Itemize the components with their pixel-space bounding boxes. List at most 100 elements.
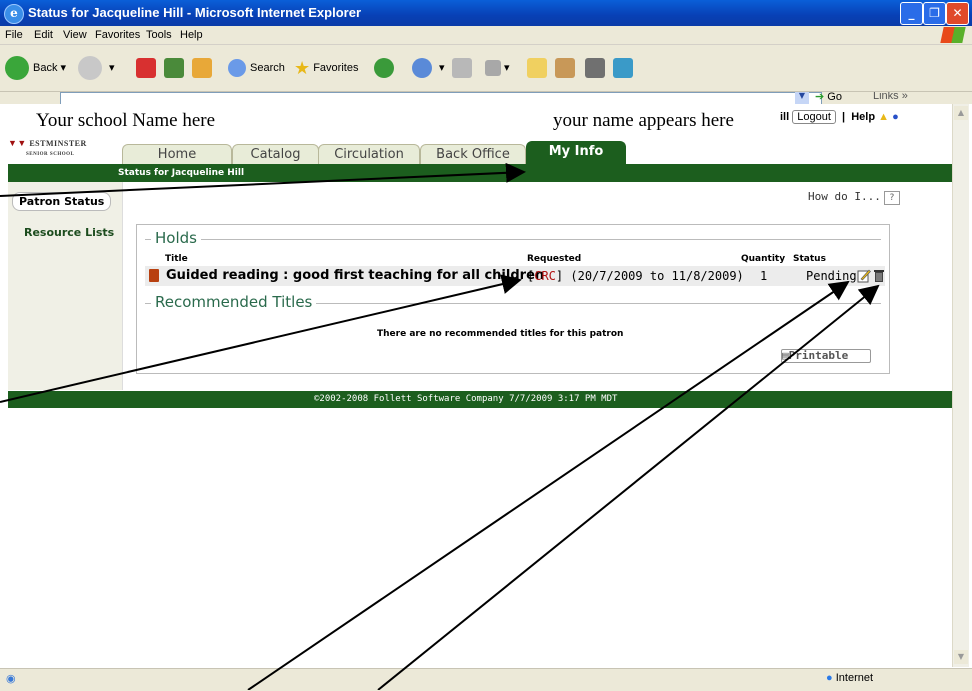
tab-home[interactable]: Home bbox=[122, 144, 232, 164]
sidebar-item-patron-status[interactable]: Patron Status bbox=[12, 192, 112, 211]
menu-favorites[interactable]: Favorites bbox=[95, 29, 140, 41]
menu-tools[interactable]: Tools bbox=[146, 29, 172, 41]
star-icon: ★ bbox=[294, 58, 311, 79]
go-button[interactable]: ➔ Go bbox=[815, 92, 842, 103]
browser-statusbar: ◉ ● Internet bbox=[0, 668, 972, 691]
table-row: Guided reading : good first teaching for… bbox=[145, 266, 885, 286]
menu-view[interactable]: View bbox=[63, 29, 87, 41]
recommended-heading: Recommended Titles bbox=[151, 293, 317, 311]
top-links: ill Logout | Help ▲ ● bbox=[780, 110, 899, 124]
menu-help[interactable]: Help bbox=[180, 29, 203, 41]
tab-circulation[interactable]: Circulation bbox=[318, 144, 420, 164]
book-icon bbox=[149, 269, 159, 282]
refresh-icon bbox=[164, 58, 184, 79]
address-input[interactable] bbox=[60, 92, 822, 104]
menu-file[interactable]: File bbox=[5, 29, 23, 41]
hold-title[interactable]: Guided reading : good first teaching for… bbox=[166, 268, 544, 283]
favorites-button[interactable]: ★ Favorites bbox=[294, 55, 358, 81]
recommended-empty-message: There are no recommended titles for this… bbox=[377, 329, 624, 339]
column-header-title: Title bbox=[165, 254, 188, 264]
print-button[interactable] bbox=[452, 55, 472, 81]
history-button[interactable] bbox=[374, 55, 398, 81]
maximize-button[interactable]: ❐ bbox=[923, 2, 946, 25]
column-header-status: Status bbox=[793, 254, 826, 264]
links-button[interactable]: Links » bbox=[873, 92, 908, 102]
browser-toolbar: Back ▾ ▾ Search ★ Favorites ▾ ▾ bbox=[0, 45, 972, 92]
home-icon bbox=[192, 58, 212, 79]
windows-logo-icon bbox=[940, 27, 966, 43]
holds-divider bbox=[145, 239, 881, 240]
column-header-quantity: Quantity bbox=[741, 254, 786, 264]
close-button[interactable]: ✕ bbox=[946, 2, 969, 25]
window-title: Status for Jacqueline Hill - Microsoft I… bbox=[28, 5, 362, 20]
search-button[interactable]: Search bbox=[228, 55, 285, 81]
search-icon bbox=[228, 59, 246, 78]
address-dropdown-icon[interactable]: ▼ bbox=[795, 92, 809, 104]
forward-button[interactable]: ▾ bbox=[78, 55, 115, 81]
edit-button[interactable]: ▾ bbox=[485, 55, 510, 81]
printer-icon: ▤ bbox=[782, 349, 789, 362]
print-icon bbox=[452, 58, 472, 79]
mail-button[interactable]: ▾ bbox=[412, 55, 445, 81]
forward-arrow-icon bbox=[78, 56, 102, 81]
research-button[interactable] bbox=[555, 55, 575, 81]
tab-catalog[interactable]: Catalog bbox=[232, 144, 319, 164]
home-button[interactable] bbox=[192, 55, 212, 81]
user-name-placeholder: your name appears here bbox=[553, 110, 734, 131]
go-arrow-icon: ➔ bbox=[815, 92, 825, 103]
crc-link[interactable]: CRC bbox=[534, 269, 556, 283]
breadcrumb-bar: Status for Jacqueline Hill bbox=[8, 164, 952, 182]
contacts-button[interactable] bbox=[613, 55, 633, 81]
hold-quantity: 1 bbox=[760, 269, 768, 283]
refresh-button[interactable] bbox=[164, 55, 184, 81]
warning-icon[interactable]: ▲ bbox=[878, 111, 889, 123]
help-link[interactable]: Help bbox=[851, 111, 875, 123]
how-do-i-link[interactable]: How do I...? bbox=[808, 190, 900, 205]
research-icon bbox=[555, 58, 575, 79]
folder-button[interactable] bbox=[527, 55, 547, 81]
info-icon[interactable]: ● bbox=[892, 111, 899, 123]
stop-button[interactable] bbox=[136, 55, 156, 81]
vertical-scrollbar[interactable]: ▲ ▼ bbox=[952, 104, 969, 667]
help-question-icon[interactable]: ? bbox=[883, 191, 900, 205]
school-logo: ▼▼ ESTMINSTER SENIOR SCHOOL bbox=[8, 138, 87, 157]
page-icon: ◉ bbox=[6, 673, 16, 685]
holds-heading: Holds bbox=[151, 229, 201, 247]
back-button[interactable]: Back ▾ bbox=[5, 55, 66, 81]
tab-my-info[interactable]: My Info bbox=[526, 141, 626, 165]
contacts-icon bbox=[613, 58, 633, 79]
scroll-down-icon[interactable]: ▼ bbox=[954, 650, 968, 664]
copyright-text: ©2002-2008 Follett Software Company 7/7/… bbox=[314, 394, 618, 404]
mail-icon bbox=[412, 58, 432, 79]
messenger-icon bbox=[585, 58, 605, 79]
window-titlebar: e Status for Jacqueline Hill - Microsoft… bbox=[0, 0, 972, 26]
edit-hold-icon[interactable] bbox=[857, 268, 871, 283]
hold-requested: [CRC] (20/7/2009 to 11/8/2009) bbox=[527, 269, 744, 283]
delete-hold-icon[interactable] bbox=[873, 268, 885, 283]
printable-button[interactable]: ▤Printable bbox=[781, 349, 871, 363]
globe-icon: ● bbox=[826, 672, 833, 684]
back-arrow-icon bbox=[5, 56, 29, 81]
page-footer: ©2002-2008 Follett Software Company 7/7/… bbox=[8, 391, 952, 408]
menu-edit[interactable]: Edit bbox=[34, 29, 53, 41]
logout-button[interactable]: Logout bbox=[792, 110, 836, 124]
messenger-button[interactable] bbox=[585, 55, 605, 81]
ie-icon: e bbox=[4, 4, 24, 24]
minimize-button[interactable]: _ bbox=[900, 2, 923, 25]
menu-bar: File Edit View Favorites Tools Help bbox=[0, 26, 972, 45]
history-icon bbox=[374, 58, 394, 79]
school-name: Your school Name here bbox=[36, 110, 216, 131]
edit-page-icon bbox=[485, 60, 501, 77]
internet-zone: ● Internet bbox=[826, 672, 874, 684]
tab-back-office[interactable]: Back Office bbox=[420, 144, 526, 164]
page-content: Your school Name here your name appears … bbox=[8, 104, 952, 667]
scroll-up-icon[interactable]: ▲ bbox=[954, 106, 968, 120]
holds-panel: Holds Title Requested Quantity Status Gu… bbox=[136, 224, 890, 374]
address-bar: ▼ ➔ Go Links » bbox=[0, 92, 972, 104]
page-title: Status for Jacqueline Hill bbox=[118, 168, 245, 178]
folder-icon bbox=[527, 58, 547, 79]
hold-status: Pending bbox=[806, 269, 857, 283]
sidebar-item-resource-lists[interactable]: Resource Lists bbox=[24, 226, 114, 239]
column-header-requested: Requested bbox=[527, 254, 582, 264]
stop-icon bbox=[136, 58, 156, 79]
